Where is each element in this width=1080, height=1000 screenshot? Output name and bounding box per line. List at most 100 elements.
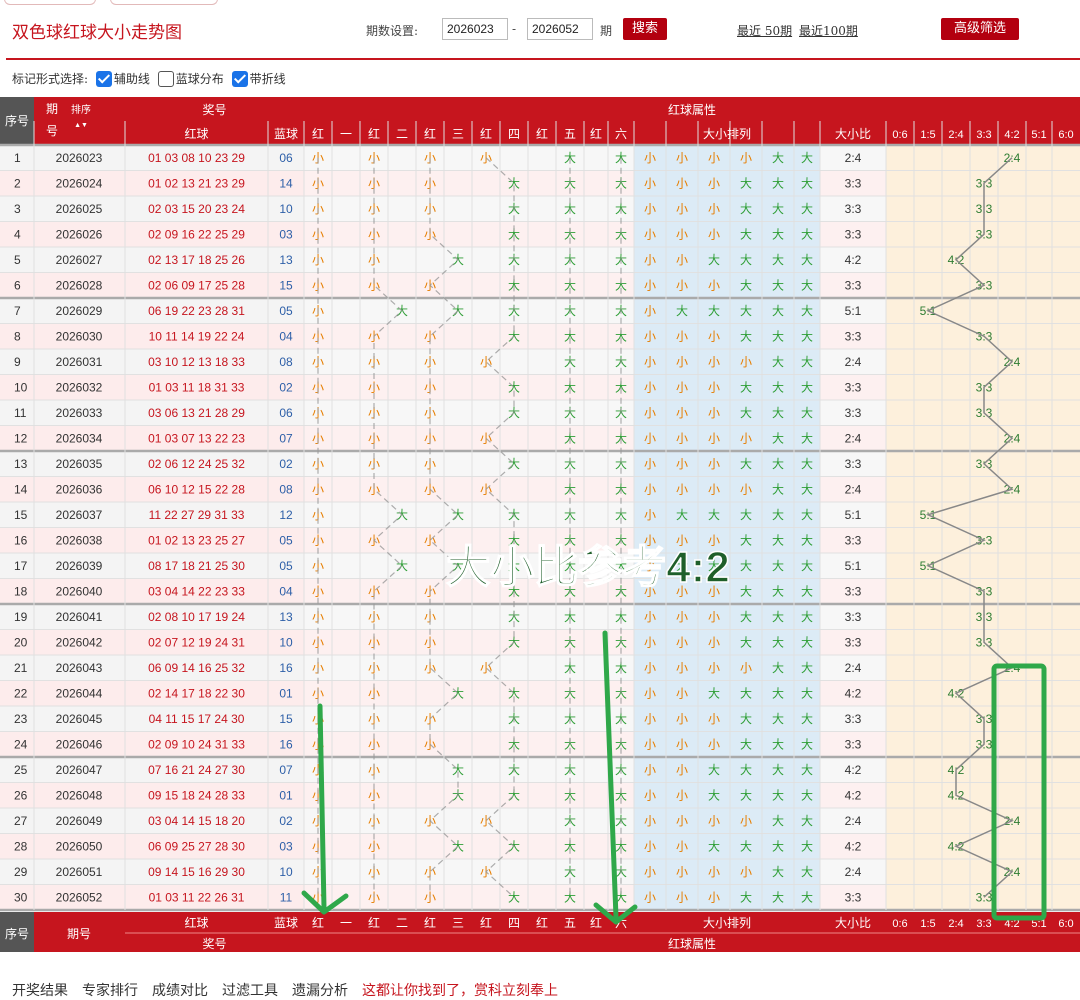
- arrange-mark: 大: [772, 814, 784, 828]
- row-period: 2026040: [56, 584, 103, 598]
- arrange-mark: 小: [644, 610, 656, 624]
- row-blue-ball: 11: [280, 890, 293, 904]
- bottom-nav-link-2[interactable]: 成绩对比: [152, 983, 208, 999]
- row-arrange-bg: [634, 145, 820, 171]
- row-ratio: 3:3: [845, 406, 862, 420]
- arrange-mark: 大: [772, 457, 784, 471]
- arrange-mark: 小: [676, 202, 688, 216]
- row-arrange-bg: [634, 782, 820, 808]
- arrange-mark: 小: [676, 814, 688, 828]
- arrange-mark: 大: [772, 712, 784, 726]
- arrange-mark: 大: [676, 508, 688, 522]
- row-blue-ball: 04: [279, 584, 293, 598]
- row-blue-ball: 01: [279, 686, 293, 700]
- big-mark: 大: [452, 508, 464, 522]
- arrange-mark: 大: [740, 839, 752, 853]
- arrange-mark: 大: [801, 635, 813, 649]
- arrange-mark: 小: [740, 355, 752, 369]
- bottom-promo-text[interactable]: 这都让你找到了，赏科立刻奉上: [362, 983, 558, 999]
- annotation-text: 大小比参考4:2: [446, 543, 730, 592]
- header-pos-red: 红: [368, 126, 380, 141]
- header-pos-num: 四: [508, 127, 520, 141]
- row-ratio: 2:4: [845, 431, 862, 445]
- row-red-balls: 03 04 14 15 18 20: [148, 814, 245, 828]
- big-mark: 大: [508, 457, 520, 471]
- row-period: 2026030: [56, 329, 103, 343]
- row-seq: 19: [14, 610, 28, 624]
- header-red-text: 红球: [184, 126, 208, 141]
- arrange-mark: 小: [740, 661, 752, 675]
- row-blue-ball: 16: [279, 737, 293, 751]
- row-seq: 24: [14, 737, 28, 751]
- row-dist-bg: [886, 145, 1080, 171]
- arrange-mark: 小: [676, 737, 688, 751]
- arrange-mark: 大: [772, 482, 784, 496]
- footer-blue-text: 蓝球: [274, 916, 298, 930]
- row-seq: 4: [14, 227, 21, 241]
- arrange-mark: 小: [676, 176, 688, 190]
- bottom-nav-link-0[interactable]: 开奖结果: [12, 983, 68, 999]
- sort-button[interactable]: 排序: [71, 103, 91, 116]
- row-arrange-bg: [634, 757, 820, 783]
- arrange-mark: 小: [644, 839, 656, 853]
- footer-bg: [125, 912, 1080, 952]
- footer-pos-num: 五: [564, 916, 576, 930]
- bottom-nav-link-4[interactable]: 遗漏分析: [292, 983, 348, 999]
- row-red-balls: 02 08 10 17 19 24: [148, 610, 245, 624]
- arrange-mark: 大: [740, 304, 752, 318]
- row-red-balls: 03 04 14 22 23 33: [148, 584, 245, 598]
- arrange-mark: 大: [801, 737, 813, 751]
- arrange-mark: 大: [801, 355, 813, 369]
- footer-ratio-1: 1:5: [920, 918, 935, 930]
- row-period: 2026024: [56, 176, 103, 190]
- row-blue-ball: 04: [279, 329, 293, 343]
- arrange-mark: 小: [644, 508, 656, 522]
- arrange-mark: 小: [644, 763, 656, 777]
- row-seq: 15: [14, 508, 28, 522]
- arrange-mark: 小: [644, 278, 656, 292]
- row-red-balls: 01 02 13 23 25 27: [148, 533, 245, 547]
- arrange-mark: 小: [676, 482, 688, 496]
- arrange-mark: 小: [676, 355, 688, 369]
- bottom-nav-link-3[interactable]: 过滤工具: [222, 983, 278, 999]
- row-arrange-bg: [634, 272, 820, 298]
- row-ratio: 5:1: [845, 559, 862, 573]
- row-blue-ball: 05: [279, 304, 293, 318]
- arrange-mark: 大: [708, 304, 720, 318]
- arrange-mark: 大: [772, 788, 784, 802]
- footer-pos-red: 红: [536, 915, 548, 930]
- row-red-balls: 03 06 13 21 28 29: [148, 406, 245, 420]
- row-period: 2026046: [56, 737, 103, 751]
- row-seq: 30: [14, 890, 28, 904]
- row-red-balls: 01 03 11 22 26 31: [149, 890, 245, 904]
- row-seq: 26: [14, 788, 28, 802]
- row-period: 2026038: [56, 533, 103, 547]
- row-ratio: 3:3: [845, 227, 862, 241]
- row-period: 2026033: [56, 406, 103, 420]
- header-ratio-2: 2:4: [948, 129, 963, 141]
- row-red-balls: 03 10 12 13 18 33: [148, 355, 245, 369]
- row-ratio: 3:3: [845, 457, 862, 471]
- row-blue-ball: 01: [279, 788, 293, 802]
- arrange-mark: 大: [772, 865, 784, 879]
- arrange-mark: 小: [708, 431, 720, 445]
- arrange-mark: 大: [708, 788, 720, 802]
- row-blue-ball: 02: [279, 814, 293, 828]
- header-blue-text: 蓝球: [274, 127, 298, 141]
- header-pos-red: 红: [424, 126, 436, 141]
- arrange-mark: 小: [644, 814, 656, 828]
- row-arrange-bg: [634, 655, 820, 681]
- arrange-mark: 大: [801, 227, 813, 241]
- row-seq: 7: [14, 304, 21, 318]
- footer-pos-red: 红: [424, 915, 436, 930]
- arrange-mark: 大: [772, 304, 784, 318]
- row-blue-ball: 15: [279, 712, 293, 726]
- row-arrange-bg: [634, 400, 820, 426]
- arrange-mark: 大: [740, 788, 752, 802]
- row-blue-ball: 05: [279, 533, 293, 547]
- arrange-mark: 大: [772, 559, 784, 573]
- arrange-mark: 大: [740, 278, 752, 292]
- bottom-nav-link-1[interactable]: 专家排行: [82, 983, 138, 999]
- row-blue-ball: 16: [279, 661, 293, 675]
- arrange-mark: 大: [772, 533, 784, 547]
